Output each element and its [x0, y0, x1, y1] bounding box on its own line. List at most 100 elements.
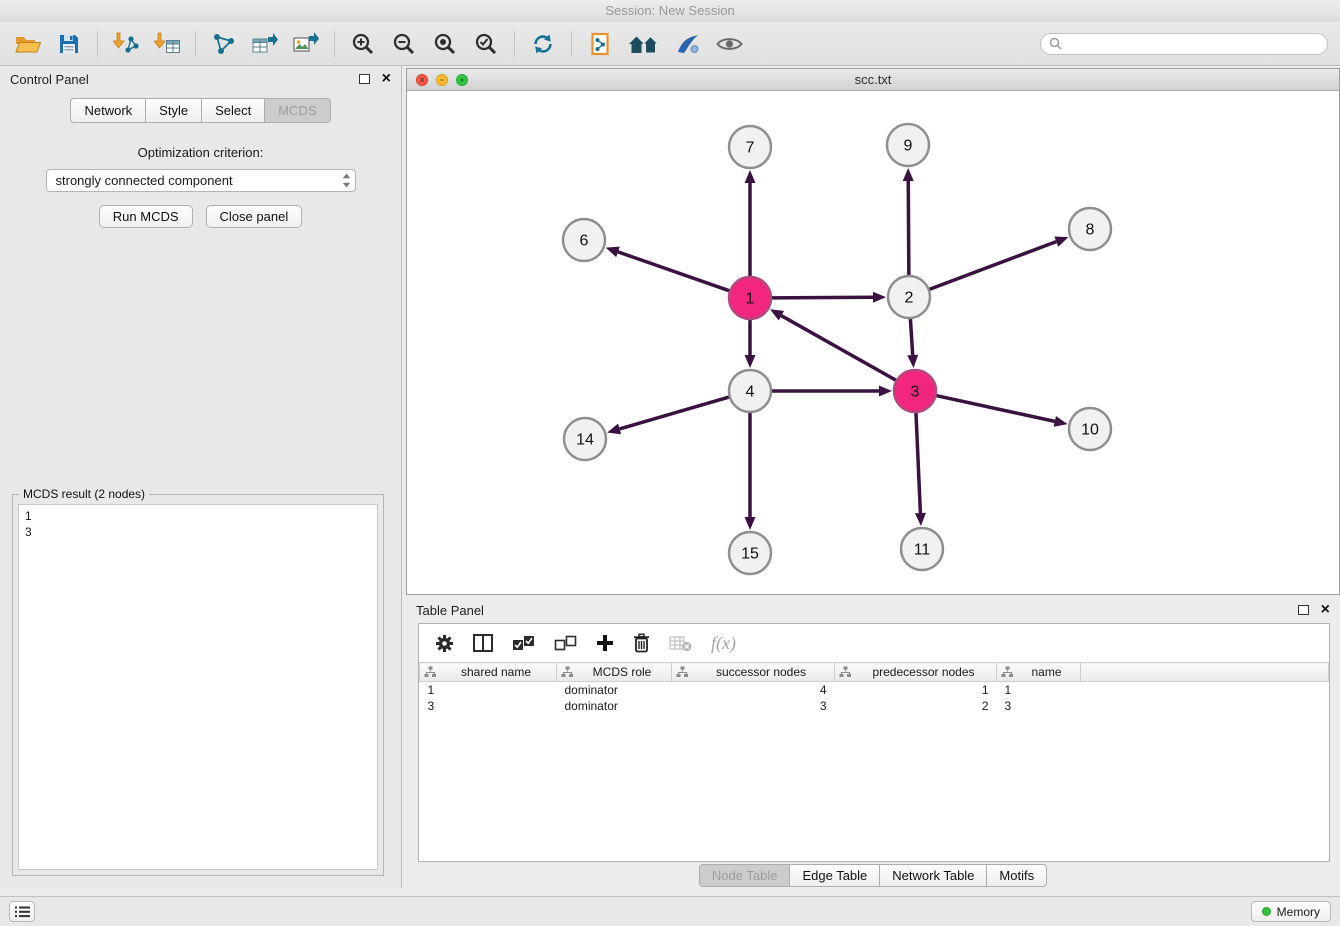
- float-panel-icon[interactable]: [359, 74, 370, 84]
- tab-network[interactable]: Network: [70, 98, 145, 123]
- import-network-button[interactable]: [110, 27, 142, 61]
- graph-node-label-14: 14: [576, 432, 594, 449]
- mac-window-buttons: × − +: [416, 74, 468, 86]
- zoom-in-button[interactable]: [347, 27, 379, 61]
- unselect-all-checkboxes-icon: [554, 635, 577, 651]
- task-history-button[interactable]: [9, 901, 35, 922]
- graph-edge-1-2[interactable]: [771, 297, 873, 298]
- network-canvas[interactable]: 1234678910111415: [407, 92, 1339, 594]
- graph-edge-3-10[interactable]: [936, 395, 1055, 421]
- zoom-out-button[interactable]: [388, 27, 420, 61]
- graph-edge-2-8[interactable]: [929, 242, 1057, 290]
- window-minimize-icon[interactable]: −: [436, 74, 448, 86]
- column-sort-icon: [676, 666, 689, 678]
- network-window-titlebar[interactable]: × − + scc.txt: [407, 69, 1339, 91]
- unselect-all-columns-button[interactable]: [554, 635, 577, 651]
- table-tab-edge-table[interactable]: Edge Table: [789, 864, 879, 887]
- export-network-button[interactable]: [208, 27, 240, 61]
- export-image-button[interactable]: [290, 27, 322, 61]
- tab-select[interactable]: Select: [201, 98, 264, 123]
- table-cell[interactable]: 3: [997, 698, 1081, 714]
- toolbar-separator: [195, 31, 196, 57]
- memory-button[interactable]: Memory: [1251, 901, 1331, 922]
- table-cell[interactable]: 3: [420, 698, 557, 714]
- show-hide-icon: [716, 35, 743, 53]
- window-titlebar: Session: New Session: [0, 0, 1340, 22]
- table-row[interactable]: 3dominator323: [420, 698, 1329, 714]
- create-column-button[interactable]: [596, 634, 614, 652]
- run-mcds-button[interactable]: Run MCDS: [99, 205, 193, 228]
- table-cell[interactable]: 2: [835, 698, 997, 714]
- column-header-MCDS-role[interactable]: MCDS role: [557, 663, 672, 682]
- show-columns-button[interactable]: [473, 634, 493, 652]
- select-all-columns-button[interactable]: [512, 635, 535, 651]
- node-table-body: 1dominator4113dominator323: [420, 682, 1329, 715]
- table-tab-motifs[interactable]: Motifs: [986, 864, 1047, 887]
- delete-table-button[interactable]: [669, 635, 692, 652]
- criterion-dropdown[interactable]: strongly connected component: [46, 169, 356, 192]
- search-icon: [1049, 37, 1062, 50]
- tab-mcds[interactable]: MCDS: [264, 98, 330, 123]
- graph-edge-arrowhead: [745, 355, 756, 368]
- graph-edge-3-11[interactable]: [916, 412, 920, 513]
- save-session-button[interactable]: [53, 27, 85, 61]
- column-header-predecessor-nodes[interactable]: predecessor nodes: [835, 663, 997, 682]
- graph-edge-2-9[interactable]: [908, 181, 909, 276]
- graph-edge-1-6[interactable]: [618, 252, 730, 291]
- column-header-name[interactable]: name: [997, 663, 1081, 682]
- export-table-icon: [252, 32, 279, 56]
- mcds-result-list[interactable]: 13: [18, 504, 378, 870]
- window-close-icon[interactable]: ×: [416, 74, 428, 86]
- refresh-button[interactable]: [527, 27, 559, 61]
- mcds-result-item[interactable]: 1: [25, 508, 371, 524]
- save-session-icon: [58, 33, 80, 55]
- import-table-button[interactable]: [151, 27, 183, 61]
- open-file-button[interactable]: [12, 27, 44, 61]
- table-cell[interactable]: 3: [672, 698, 835, 714]
- optimization-criterion-label: Optimization criterion:: [0, 145, 401, 160]
- node-table: shared name MCDS role successor nodes pr…: [419, 662, 1329, 714]
- column-header-successor-nodes[interactable]: successor nodes: [672, 663, 835, 682]
- table-cell[interactable]: 1: [997, 682, 1081, 699]
- network-window-title: scc.txt: [855, 72, 892, 87]
- table-settings-button[interactable]: [435, 634, 454, 653]
- import-table-icon: [154, 32, 181, 56]
- table-cell[interactable]: 4: [672, 682, 835, 699]
- table-cell[interactable]: 1: [420, 682, 557, 699]
- search-input[interactable]: [1067, 37, 1319, 51]
- table-tab-network-table[interactable]: Network Table: [879, 864, 986, 887]
- graph-node-label-9: 9: [904, 138, 913, 155]
- graph-edge-4-14[interactable]: [620, 397, 730, 429]
- table-cell[interactable]: dominator: [557, 698, 672, 714]
- export-table-button[interactable]: [249, 27, 281, 61]
- graph-node-label-15: 15: [741, 546, 759, 563]
- first-neighbors-button[interactable]: [625, 27, 663, 61]
- graph-edge-2-3[interactable]: [910, 318, 912, 355]
- function-builder-button[interactable]: f(x): [711, 633, 736, 654]
- float-table-panel-icon[interactable]: [1298, 605, 1309, 615]
- status-bar: Memory: [0, 896, 1340, 926]
- table-cell[interactable]: 1: [835, 682, 997, 699]
- column-header-shared-name[interactable]: shared name: [420, 663, 557, 682]
- graph-edge-3-1[interactable]: [781, 316, 896, 381]
- mcds-result-item[interactable]: 3: [25, 524, 371, 540]
- copy-style-button[interactable]: [584, 27, 616, 61]
- annotations-button[interactable]: [672, 27, 704, 61]
- close-table-panel-icon[interactable]: ×: [1321, 604, 1330, 616]
- show-hide-button[interactable]: [713, 27, 745, 61]
- search-box[interactable]: [1040, 33, 1328, 55]
- window-zoom-icon[interactable]: +: [456, 74, 468, 86]
- table-row[interactable]: 1dominator411: [420, 682, 1329, 699]
- close-panel-icon[interactable]: ×: [382, 73, 391, 85]
- column-header-label: successor nodes: [692, 665, 830, 679]
- close-panel-button[interactable]: Close panel: [206, 205, 303, 228]
- table-tab-node-table[interactable]: Node Table: [699, 864, 790, 887]
- zoom-fit-button[interactable]: [429, 27, 461, 61]
- node-table-header-row: shared name MCDS role successor nodes pr…: [420, 663, 1329, 682]
- delete-column-button[interactable]: [633, 633, 650, 653]
- tab-style[interactable]: Style: [145, 98, 201, 123]
- table-cell[interactable]: dominator: [557, 682, 672, 699]
- zoom-selected-button[interactable]: [470, 27, 502, 61]
- graph-edge-arrowhead: [606, 247, 620, 257]
- network-graph-svg[interactable]: 1234678910111415: [407, 92, 1339, 595]
